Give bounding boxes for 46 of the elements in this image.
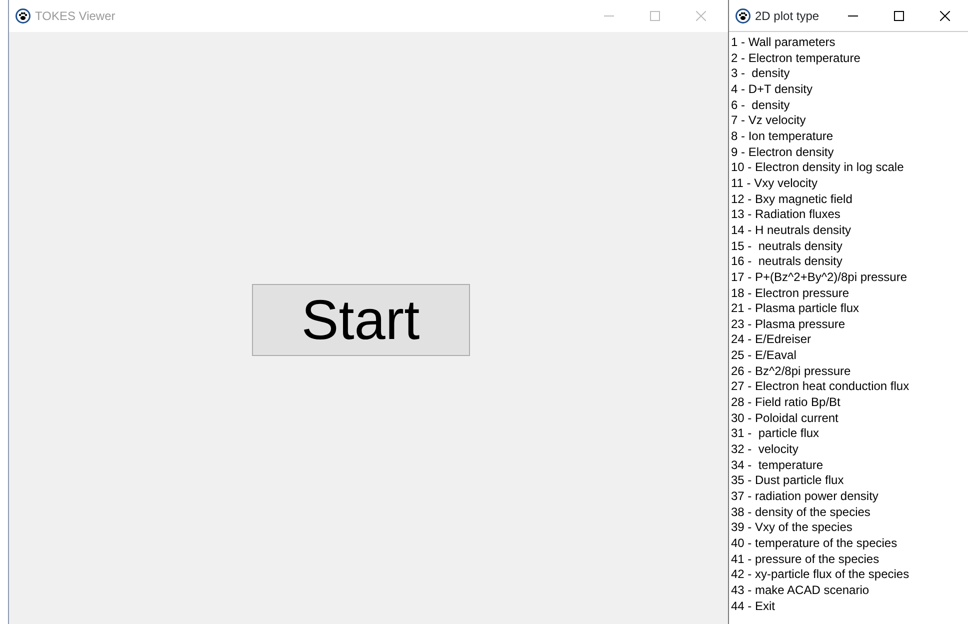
menu-item[interactable]: 23 - Plasma pressure: [731, 316, 968, 332]
menu-item[interactable]: 30 - Poloidal current: [731, 410, 968, 426]
menu-item[interactable]: 16 - neutrals density: [731, 254, 968, 270]
menu-item[interactable]: 1 - Wall parameters: [731, 35, 968, 51]
menu-item[interactable]: 44 - Exit: [731, 598, 968, 614]
menu-item[interactable]: 13 - Radiation fluxes: [731, 207, 968, 223]
start-button[interactable]: Start: [252, 284, 470, 356]
menu-item[interactable]: 9 - Electron density: [731, 144, 968, 160]
menu-item[interactable]: 31 - particle flux: [731, 426, 968, 442]
app-icon: [735, 8, 751, 24]
menu-item[interactable]: 21 - Plasma particle flux: [731, 301, 968, 317]
menu-item[interactable]: 6 - density: [731, 98, 968, 114]
menu-item[interactable]: 8 - Ion temperature: [731, 128, 968, 145]
menu-item[interactable]: 17 - P+(Bz^2+By^2)/8pi pressure: [731, 270, 968, 286]
menu-item[interactable]: 18 - Electron pressure: [731, 286, 968, 302]
window-title: 2D plot type: [755, 8, 820, 24]
menu-item[interactable]: 15 - neutrals density: [731, 238, 968, 254]
menu-item[interactable]: 25 - E/Eaval: [731, 348, 968, 364]
menu-item[interactable]: 41 - pressure of the species: [731, 552, 968, 568]
menu-item[interactable]: 7 - Vz velocity: [731, 113, 968, 129]
menu-item[interactable]: 12 - Bxy magnetic field: [731, 192, 968, 208]
menu-item[interactable]: 14 - H neutrals density: [731, 222, 968, 239]
menu-item[interactable]: 2 - Electron temperature: [731, 50, 968, 66]
menu-item[interactable]: 38 - density of the species: [731, 504, 968, 520]
menu-item[interactable]: 10 - Electron density in log scale: [731, 160, 968, 176]
menu-item[interactable]: 4 - D+T density: [731, 82, 968, 98]
menu-item[interactable]: 43 - make ACAD scenario: [731, 582, 968, 599]
menu-item[interactable]: 34 - temperature: [731, 458, 968, 474]
menu-item[interactable]: 3 - density: [731, 66, 968, 82]
menu-item[interactable]: 39 - Vxy of the species: [731, 520, 968, 536]
menu-item[interactable]: 37 - radiation power density: [731, 489, 968, 505]
app-icon: [15, 8, 31, 24]
window-title: TOKES Viewer: [35, 8, 116, 25]
menu-item[interactable]: 42 - xy-particle flux of the species: [731, 567, 968, 583]
menu-item[interactable]: 11 - Vxy velocity: [731, 176, 968, 192]
menu-item[interactable]: 28 - Field ratio Bp/Bt: [731, 395, 968, 411]
close-icon: [940, 10, 950, 20]
maximize-icon: [894, 10, 904, 20]
close-icon: [696, 11, 706, 21]
menu-item[interactable]: 40 - temperature of the species: [731, 536, 968, 552]
menu-item[interactable]: 35 - Dust particle flux: [731, 473, 968, 490]
menu-item[interactable]: 32 - velocity: [731, 442, 968, 458]
menu-item[interactable]: 24 - E/Edreiser: [731, 332, 968, 348]
menu-item[interactable]: 26 - Bz^2/8pi pressure: [731, 364, 968, 380]
maximize-icon: [650, 11, 660, 21]
menu-item[interactable]: 27 - Electron heat conduction flux: [731, 379, 968, 396]
